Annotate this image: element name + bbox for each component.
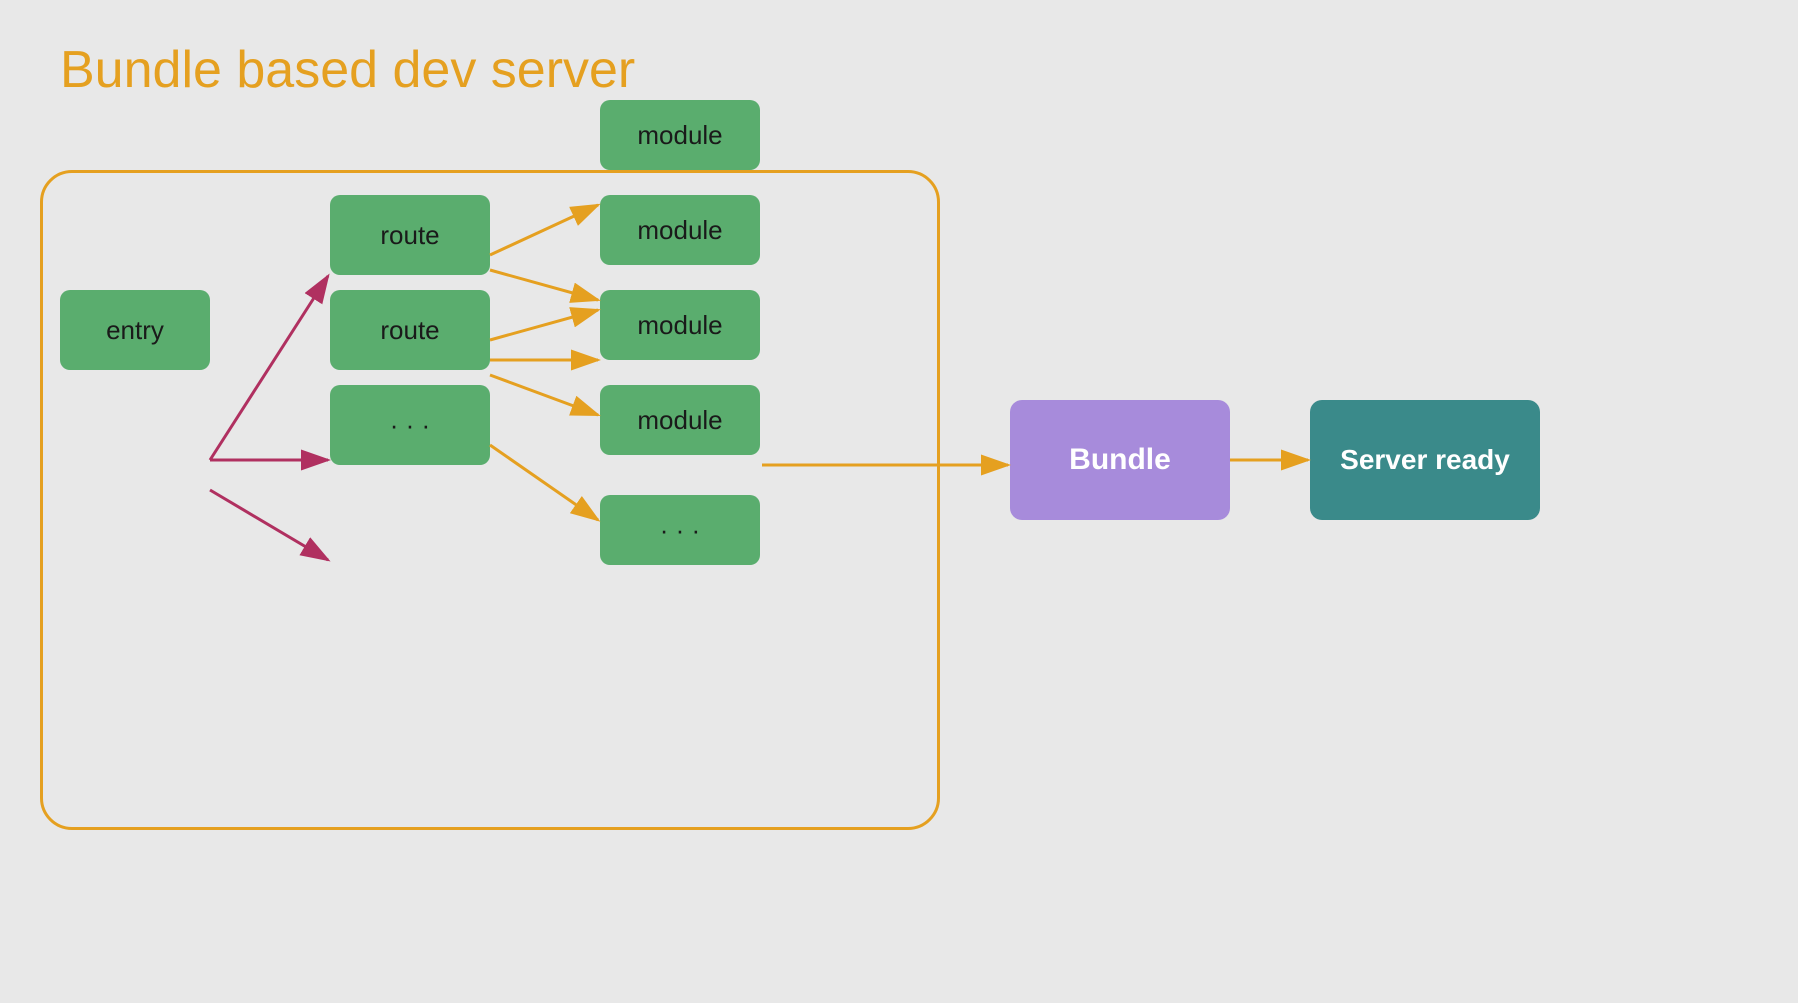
page-title: Bundle based dev server [60, 40, 635, 100]
bundle-node: Bundle [1010, 400, 1230, 520]
module3-node: module [600, 290, 760, 360]
dots1-node: · · · [330, 385, 490, 465]
module2-node: module [600, 195, 760, 265]
entry-node: entry [60, 290, 210, 370]
bundle-group-box [40, 170, 940, 830]
route1-node: route [330, 195, 490, 275]
module4-node: module [600, 385, 760, 455]
dots2-node: · · · [600, 495, 760, 565]
server-ready-node: Server ready [1310, 400, 1540, 520]
route2-node: route [330, 290, 490, 370]
module1-node: module [600, 100, 760, 170]
